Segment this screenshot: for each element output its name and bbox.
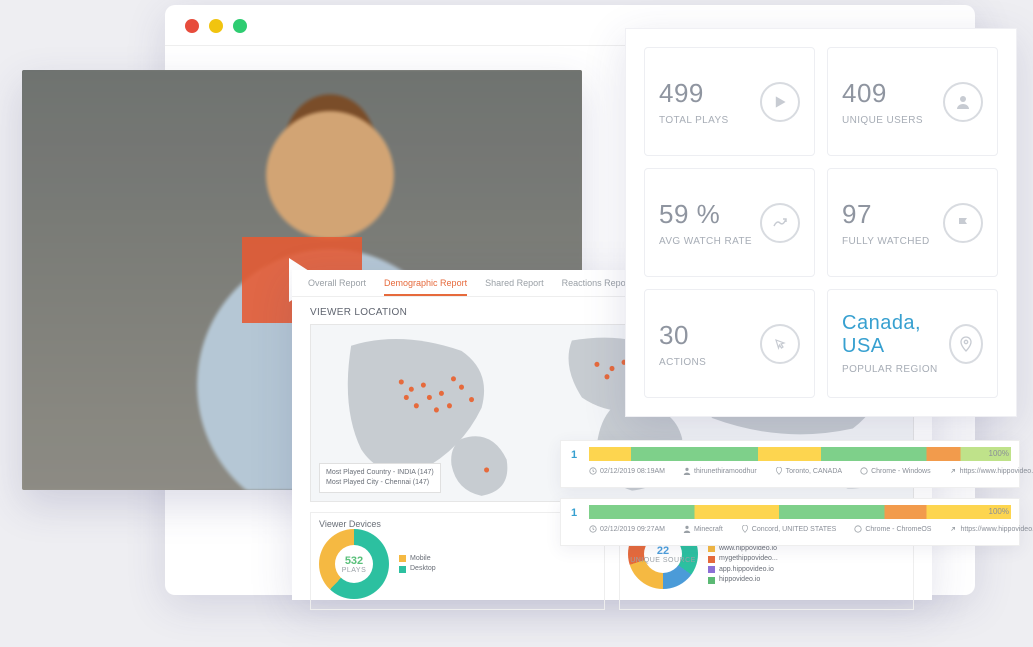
- source-center-value: 22: [657, 545, 669, 557]
- stat-label: FULLY WATCHED: [842, 236, 930, 247]
- session-index: 1: [571, 449, 577, 461]
- stat-popular-region[interactable]: Canada, USA POPULAR REGION: [827, 289, 998, 398]
- stat-value: 59 %: [659, 199, 752, 230]
- watch-heatmap-bar: [589, 447, 1011, 461]
- source-center-label: UNIQUE SOURCE: [630, 557, 696, 564]
- session-location: Toronto, CANADA: [775, 467, 842, 475]
- session-row[interactable]: 1 02/12/2019 08:19AM thirunethiramoodhur…: [560, 440, 1020, 488]
- stat-value: 499: [659, 78, 729, 109]
- session-time: 02/12/2019 08:19AM: [589, 467, 665, 475]
- close-icon[interactable]: [185, 19, 199, 33]
- session-index: 1: [571, 507, 577, 519]
- stat-label: UNIQUE USERS: [842, 115, 923, 126]
- devices-donut-chart: 532 PLAYS: [319, 529, 389, 599]
- minimize-icon[interactable]: [209, 19, 223, 33]
- stat-value: 409: [842, 78, 923, 109]
- session-browser: Chrome - Windows: [860, 467, 931, 475]
- legend-label: Mobile: [410, 554, 431, 565]
- legend-swatch: [708, 577, 715, 584]
- session-user: thirunethiramoodhur: [683, 467, 757, 475]
- stat-avg-watch-rate[interactable]: 59 % AVG WATCH RATE: [644, 168, 815, 277]
- tab-overall[interactable]: Overall Report: [308, 278, 366, 296]
- flag-icon: [943, 203, 983, 243]
- session-browser: Chrome - ChromeOS: [854, 525, 931, 533]
- map-summary-label: Most Played Country - INDIA (147) Most P…: [319, 463, 441, 493]
- stat-total-plays[interactable]: 499 TOTAL PLAYS: [644, 47, 815, 156]
- session-percent: 100%: [989, 507, 1009, 516]
- devices-legend: Mobile Desktop: [399, 554, 436, 575]
- legend-swatch: [399, 566, 406, 573]
- window-controls: [185, 19, 247, 33]
- session-url: https://www.hippovideo.io...: [949, 467, 1033, 475]
- stat-actions[interactable]: 30 ACTIONS: [644, 289, 815, 398]
- watch-heatmap-bar: [589, 505, 1011, 519]
- source-donut-chart: 22 UNIQUE SOURCE: [628, 519, 698, 589]
- stat-label: ACTIONS: [659, 357, 706, 368]
- stat-label: AVG WATCH RATE: [659, 236, 752, 247]
- stat-unique-users[interactable]: 409 UNIQUE USERS: [827, 47, 998, 156]
- user-icon: [943, 82, 983, 122]
- legend-swatch: [399, 555, 406, 562]
- legend-label: app.hippovideo.io: [719, 565, 774, 576]
- trend-icon: [760, 203, 800, 243]
- tab-reactions[interactable]: Reactions Report: [562, 278, 632, 296]
- stat-value: Canada, USA: [842, 312, 949, 358]
- session-location: Concord, UNITED STATES: [741, 525, 837, 533]
- stat-label: TOTAL PLAYS: [659, 115, 729, 126]
- session-url: https://www.hippovideo.io...: [949, 525, 1033, 533]
- legend-swatch: [708, 556, 715, 563]
- stat-value: 97: [842, 199, 930, 230]
- stat-value: 30: [659, 320, 706, 351]
- tab-demographic[interactable]: Demographic Report: [384, 278, 467, 296]
- map-top-country: Most Played Country - INDIA (147): [326, 468, 434, 478]
- legend-swatch: [708, 566, 715, 573]
- play-icon: [760, 82, 800, 122]
- legend-label: hippovideo.io: [719, 575, 760, 586]
- session-percent: 100%: [989, 449, 1009, 458]
- stat-label: POPULAR REGION: [842, 364, 949, 375]
- location-pin-icon: [949, 324, 983, 364]
- devices-center-label: PLAYS: [342, 567, 367, 574]
- stat-fully-watched[interactable]: 97 FULLY WATCHED: [827, 168, 998, 277]
- maximize-icon[interactable]: [233, 19, 247, 33]
- legend-label: Desktop: [410, 564, 436, 575]
- stats-panel: 499 TOTAL PLAYS 409 UNIQUE USERS 59 % AV…: [625, 28, 1017, 417]
- devices-center-value: 532: [345, 555, 363, 567]
- viewer-devices-title: Viewer Devices: [319, 519, 596, 529]
- cursor-icon: [760, 324, 800, 364]
- map-top-city: Most Played City - Chennai (147): [326, 478, 434, 488]
- tab-shared[interactable]: Shared Report: [485, 278, 544, 296]
